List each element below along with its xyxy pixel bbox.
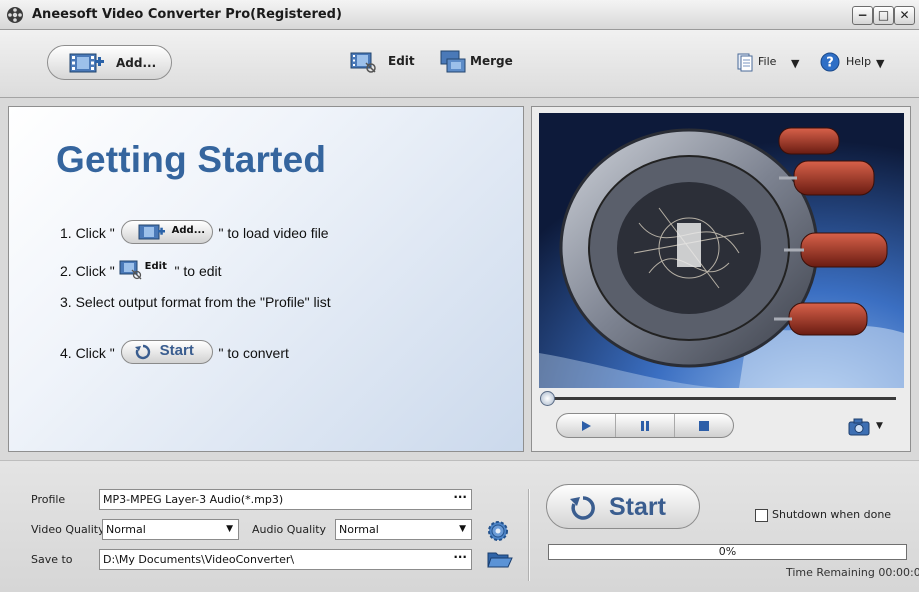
video-preview[interactable] [539,113,904,388]
step-2-edit-button: Edit [119,259,171,281]
step-2-prefix: 2. Click " [60,263,115,279]
seek-handle[interactable] [540,391,555,406]
audio-quality-value: Normal [339,523,379,536]
getting-started-title: Getting Started [56,139,327,180]
file-icon [737,53,753,72]
profile-value: MP3-MPEG Layer-3 Audio(*.mp3) [103,493,284,506]
profile-label: Profile [31,493,66,506]
play-icon [582,420,591,431]
step-3-text: 3. Select output format from the "Profil… [60,294,331,310]
audio-quality-label: Audio Quality [252,523,327,536]
settings-gear-icon[interactable] [486,519,510,543]
file-label: File [758,55,777,68]
save-to-label: Save to [31,553,73,566]
time-remaining: Time Remaining 00:00:00 [786,566,919,579]
video-quality-select[interactable]: Normal ▼ [102,519,239,540]
snapshot-button[interactable]: ▼ [848,417,888,437]
step-4-button-label: Start [159,342,194,359]
profile-select[interactable]: MP3-MPEG Layer-3 Audio(*.mp3) ··· [99,489,472,510]
edit-video-icon [119,260,142,280]
step-1-prefix: 1. Click " [60,225,115,241]
close-button[interactable]: ✕ [894,6,915,25]
step-3: 3. Select output format from the "Profil… [60,294,331,310]
add-button[interactable]: Add... [47,45,172,80]
snapshot-dropdown-icon[interactable]: ▼ [876,421,883,431]
step-2-suffix: " to edit [174,263,222,279]
chevron-down-icon: ▼ [226,524,233,534]
title-bar: Aneesoft Video Converter Pro(Registered)… [0,0,919,30]
add-video-icon [138,224,165,240]
more-icon: ··· [453,550,467,564]
svg-text:?: ? [826,56,834,71]
open-folder-icon[interactable] [487,550,513,570]
chevron-down-icon: ▼ [459,524,466,534]
camera-icon [848,418,870,436]
refresh-icon [134,344,150,360]
maximize-button[interactable]: □ [873,6,894,25]
space-station-image [539,113,904,388]
step-4: 4. Click " Start " to convert [60,334,289,364]
step-4-prefix: 4. Click " [60,345,115,361]
stop-button[interactable] [675,414,733,437]
stop-icon [699,420,709,431]
settings-panel: Profile MP3-MPEG Layer-3 Audio(*.mp3) ··… [0,460,919,592]
edit-button[interactable]: Edit [350,50,420,76]
merge-video-icon [440,50,466,73]
edit-video-icon [350,52,376,73]
help-menu[interactable]: ? Help ▼ [820,51,890,75]
step-1-button-label: Add... [171,225,206,236]
step-1-add-button: Add... [120,220,213,244]
merge-label: Merge [470,54,513,68]
shutdown-checkbox[interactable] [755,509,768,522]
minimize-button[interactable]: − [852,6,873,25]
audio-quality-select[interactable]: Normal ▼ [335,519,472,540]
getting-started-panel: Getting Started 1. Click " Add... " to l… [8,106,524,452]
window-title: Aneesoft Video Converter Pro(Registered) [32,7,342,22]
step-1: 1. Click " Add... " to load video file [60,214,329,244]
playback-controls [556,413,734,438]
help-dropdown-icon: ▼ [876,57,885,70]
pause-button[interactable] [616,414,675,437]
shutdown-label: Shutdown when done [772,508,892,521]
step-4-start-button: Start [120,340,213,364]
film-reel-icon [7,7,23,23]
file-menu[interactable]: File ▼ [735,51,801,75]
video-quality-value: Normal [106,523,146,536]
file-dropdown-icon: ▼ [791,57,800,70]
step-2: 2. Click " Edit " to edit [60,254,222,281]
divider [528,489,530,581]
step-1-suffix: " to load video file [218,225,329,241]
start-button-label: Start [609,493,666,521]
start-button[interactable]: Start [546,484,700,529]
play-button[interactable] [557,414,616,437]
main-area: Getting Started 1. Click " Add... " to l… [0,98,919,460]
progress-bar: 0% [548,544,907,560]
add-button-label: Add... [116,56,157,70]
preview-panel: ▼ [531,106,911,452]
merge-button[interactable]: Merge [440,50,520,76]
video-quality-label: Video Quality [31,523,105,536]
more-icon: ··· [453,490,467,504]
pause-icon [641,420,649,431]
step-2-button-label: Edit [144,261,167,272]
add-video-icon [69,53,104,73]
save-to-field[interactable]: D:\My Documents\VideoConverter\ ··· [99,549,472,570]
save-to-value: D:\My Documents\VideoConverter\ [103,553,295,566]
refresh-icon [570,496,595,520]
step-4-suffix: " to convert [218,345,289,361]
toolbar: Add... Edit Merge File ▼ ? Help ▼ [0,30,919,98]
progress-text: 0% [718,545,737,558]
seek-bar[interactable] [546,397,896,400]
edit-label: Edit [388,54,415,68]
help-icon: ? [820,52,840,72]
help-label: Help [846,55,872,68]
